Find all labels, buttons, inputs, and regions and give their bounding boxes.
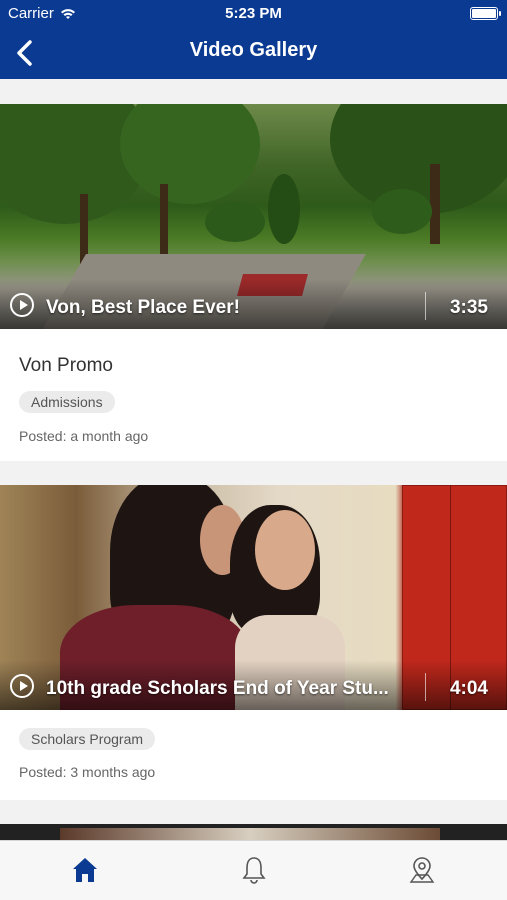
video-title: 10th grade Scholars End of Year Stu... — [46, 678, 389, 699]
navigation-header: Carrier 5:23 PM Video Gallery — [0, 0, 507, 79]
home-icon[interactable] — [70, 855, 100, 885]
page-title: Video Gallery — [189, 39, 318, 61]
divider — [425, 292, 426, 320]
video-card[interactable] — [0, 824, 507, 840]
video-title: Von, Best Place Ever! — [46, 297, 240, 318]
play-icon[interactable] — [10, 293, 34, 317]
bell-icon[interactable] — [239, 855, 269, 885]
video-card[interactable]: Von, Best Place Ever! 3:35 Von Promo Adm… — [0, 104, 507, 461]
play-icon[interactable] — [10, 674, 34, 698]
video-thumbnail[interactable]: Von, Best Place Ever! 3:35 — [0, 104, 507, 329]
divider — [425, 673, 426, 701]
posted-date: Posted: a month ago — [19, 428, 149, 444]
category-tag[interactable]: Admissions — [19, 391, 115, 413]
video-list[interactable]: Von, Best Place Ever! 3:35 Von Promo Adm… — [0, 79, 507, 840]
video-duration: 3:35 — [449, 297, 488, 318]
video-thumbnail[interactable]: 10th grade Scholars End of Year Stu... 4… — [0, 485, 507, 710]
posted-date: Posted: 3 months ago — [19, 764, 156, 780]
video-thumbnail[interactable] — [60, 828, 440, 840]
video-card[interactable]: 10th grade Scholars End of Year Stu... 4… — [0, 485, 507, 800]
category-tag[interactable]: Scholars Program — [19, 728, 156, 750]
status-time: 5:23 PM — [225, 5, 282, 22]
video-name: Von Promo — [19, 355, 113, 376]
tab-bar — [0, 840, 507, 900]
video-duration: 4:04 — [449, 678, 488, 699]
status-bar: Carrier 5:23 PM — [0, 0, 507, 28]
battery-icon — [470, 7, 501, 20]
location-pin-icon[interactable] — [407, 855, 437, 885]
